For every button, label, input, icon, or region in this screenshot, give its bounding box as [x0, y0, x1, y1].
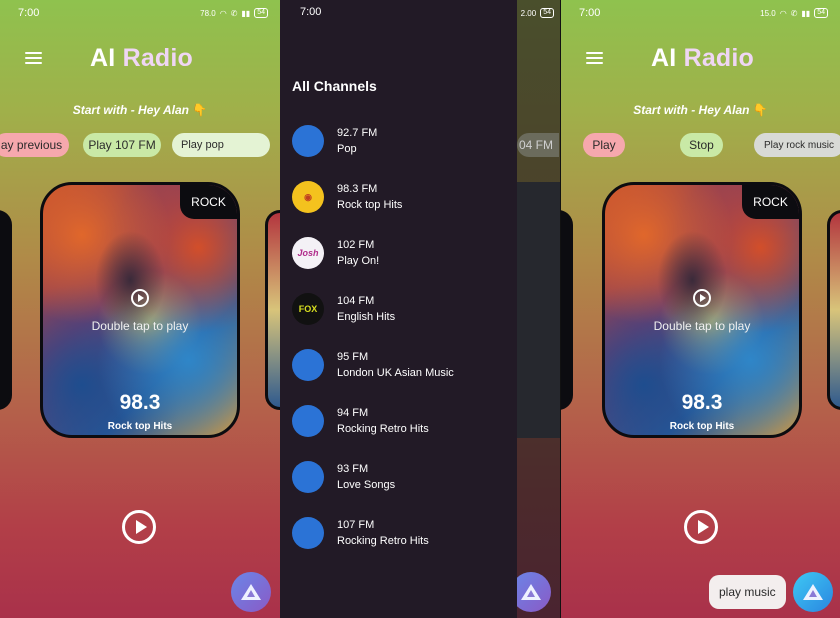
chip-behind-drawer: 04 FM	[517, 133, 559, 157]
next-station-card[interactable]	[827, 210, 840, 410]
network-speed: 15.0	[760, 8, 776, 18]
status-time: 7:00	[18, 7, 40, 19]
pointing-down-icon: 👇	[752, 103, 768, 117]
battery-icon: 54	[814, 8, 828, 18]
channel-frequency: 95 FM	[337, 351, 369, 363]
channel-frequency: 92.7 FM	[337, 127, 378, 139]
genre-tag: ROCK	[742, 185, 799, 219]
channel-item[interactable]: 92.7 FM Pop	[292, 125, 512, 165]
status-icons: 2.00 54	[521, 8, 554, 18]
status-bar: 7:00 15.0 ◠ ✆ ▮▮ 54	[579, 6, 828, 20]
channel-name: London UK Asian Music	[337, 367, 454, 379]
channel-name: Rock top Hits	[337, 199, 403, 211]
screen-home-2: 7:00 15.0 ◠ ✆ ▮▮ 54 AI Radio Start with …	[561, 0, 840, 618]
double-tap-label: Double tap to play	[653, 319, 751, 333]
channel-logo-icon: ◉	[292, 181, 324, 213]
status-bar: 7:00 78.0 ◠ ✆ ▮▮ 54	[18, 6, 268, 20]
status-bar-right: 2.00 54	[521, 6, 554, 20]
chip-play-pop[interactable]: Play pop	[172, 133, 270, 157]
navigation-drawer: 7:00 All Channels 92.7 FM Pop ◉ 98.3 FM …	[280, 0, 517, 618]
channel-name: Rocking Retro Hits	[337, 535, 429, 547]
chip-play[interactable]: Play	[583, 133, 625, 157]
call-icon: ✆	[230, 8, 238, 18]
card-behind-drawer	[517, 182, 560, 438]
channel-logo-icon	[292, 461, 324, 493]
channel-item[interactable]: 94 FM Rocking Retro Hits	[292, 405, 512, 445]
chip-play-rock-music[interactable]: Play rock music	[754, 133, 840, 157]
status-icons: 78.0 ◠ ✆ ▮▮ 54	[200, 8, 268, 18]
alan-logo-icon	[521, 584, 541, 600]
channel-frequency: 102 FM	[337, 239, 375, 251]
station-name: Rock top Hits	[669, 421, 735, 432]
fox-logo-icon: FOX	[292, 293, 324, 325]
prev-station-card[interactable]	[561, 210, 573, 410]
channel-name: Play On!	[337, 255, 380, 267]
drawer-heading: All Channels	[292, 78, 377, 94]
channel-name: Pop	[337, 143, 357, 155]
channel-item[interactable]: 107 FM Rocking Retro Hits	[292, 517, 512, 557]
channel-frequency: 93 FM	[337, 463, 369, 475]
status-time: 7:00	[300, 6, 322, 18]
channel-name: Love Songs	[337, 479, 396, 491]
play-button[interactable]	[684, 510, 718, 544]
channel-item[interactable]: 95 FM London UK Asian Music	[292, 349, 512, 389]
play-button[interactable]	[122, 510, 156, 544]
signal-icon: ▮▮	[241, 8, 251, 18]
double-tap-label: Double tap to play	[91, 319, 189, 333]
screen-home-1: 7:00 78.0 ◠ ✆ ▮▮ 54 AI Radio Start with …	[0, 0, 280, 618]
play-circle-icon	[131, 289, 149, 307]
hamburger-menu-icon[interactable]	[25, 52, 42, 64]
next-station-card[interactable]	[265, 210, 280, 410]
wifi-icon: ◠	[779, 8, 787, 18]
channel-logo-icon	[292, 517, 324, 549]
play-circle-icon	[693, 289, 711, 307]
screen-drawer: 04 FM 2.00 54 7:00 All Channels 92.7 FM …	[280, 0, 560, 618]
battery-icon: 54	[254, 8, 268, 18]
chip-play-107fm[interactable]: Play 107 FM	[83, 133, 161, 157]
channel-frequency: 107 FM	[337, 519, 375, 531]
genre-tag: ROCK	[180, 185, 237, 219]
battery-icon: 54	[540, 8, 554, 18]
channel-frequency: 98.3 FM	[337, 183, 378, 195]
call-icon: ✆	[790, 8, 798, 18]
channel-logo-icon	[292, 405, 324, 437]
alan-assistant-button[interactable]	[511, 572, 551, 612]
app-title: AI Radio	[651, 44, 755, 72]
wifi-icon: ◠	[219, 8, 227, 18]
voice-hint: Start with - Hey Alan 👇	[633, 103, 768, 117]
channel-logo-icon	[292, 125, 324, 157]
alan-assistant-button[interactable]	[793, 572, 833, 612]
station-name: Rock top Hits	[107, 421, 173, 432]
network-speed: 78.0	[200, 8, 216, 18]
chip-stop[interactable]: Stop	[680, 133, 723, 157]
app-title: AI Radio	[90, 44, 194, 72]
channel-item[interactable]: FOX 104 FM English Hits	[292, 293, 512, 333]
station-card[interactable]: ROCK Double tap to play 98.3 Rock top Hi…	[602, 182, 802, 438]
channel-name: Rocking Retro Hits	[337, 423, 429, 435]
channel-logo-icon	[292, 349, 324, 381]
prev-station-card[interactable]	[0, 210, 12, 410]
josh-logo-icon: Josh	[292, 237, 324, 269]
status-time: 7:00	[579, 7, 601, 19]
alan-logo-icon	[803, 584, 823, 600]
voice-hint: Start with - Hey Alan 👇	[72, 103, 208, 117]
channel-frequency: 94 FM	[337, 407, 369, 419]
channel-name: English Hits	[337, 311, 396, 323]
station-frequency: 98.3	[119, 391, 161, 414]
station-frequency: 98.3	[681, 391, 723, 414]
alan-assistant-button[interactable]	[231, 572, 271, 612]
pointing-down-icon: 👇	[192, 103, 208, 117]
chip-play-previous[interactable]: ay previous	[0, 133, 69, 157]
channel-item[interactable]: ◉ 98.3 FM Rock top Hits	[292, 181, 512, 221]
assistant-transcript-bubble: play music	[709, 575, 786, 609]
signal-icon: ▮▮	[801, 8, 811, 18]
channel-item[interactable]: 93 FM Love Songs	[292, 461, 512, 501]
hamburger-menu-icon[interactable]	[586, 52, 603, 64]
network-speed: 2.00	[520, 8, 537, 18]
channel-frequency: 104 FM	[337, 295, 375, 307]
station-card[interactable]: ROCK Double tap to play 98.3 Rock top Hi…	[40, 182, 240, 438]
channel-item[interactable]: Josh 102 FM Play On!	[292, 237, 512, 277]
alan-logo-icon	[241, 584, 261, 600]
status-icons: 15.0 ◠ ✆ ▮▮ 54	[760, 8, 828, 18]
